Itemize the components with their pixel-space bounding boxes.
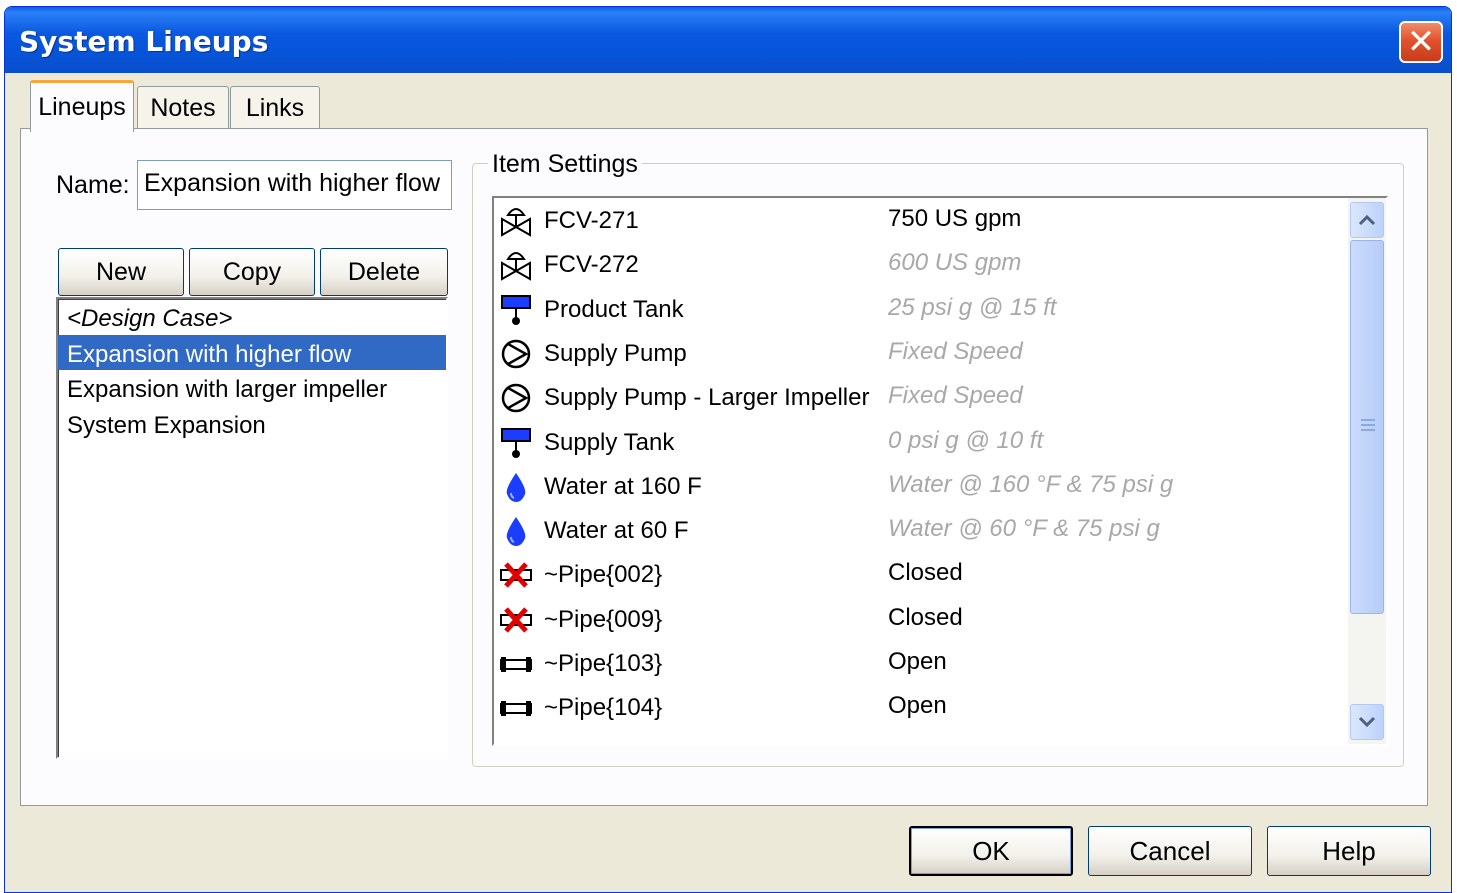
item-value[interactable]: Open — [888, 648, 947, 676]
item-name: Supply Pump - Larger Impeller — [544, 384, 870, 412]
scroll-down-button[interactable] — [1350, 704, 1384, 740]
copy-button[interactable]: Copy — [189, 248, 315, 296]
window-title: System Lineups — [19, 25, 269, 58]
item-name: Supply Tank — [544, 428, 675, 456]
tank-icon — [499, 294, 533, 326]
tab-notes[interactable]: Notes — [137, 86, 229, 130]
item-name: FCV-272 — [544, 251, 639, 279]
item-row[interactable]: Water at 160 F Water @ 160 °F & 75 psi g — [494, 465, 1344, 509]
item-value[interactable]: 600 US gpm — [888, 249, 1021, 277]
item-value[interactable]: Closed — [888, 559, 963, 587]
item-name: ~Pipe{002} — [544, 561, 663, 589]
new-button[interactable]: New — [58, 248, 184, 296]
lineup-item-selected[interactable]: Expansion with higher flow — [58, 334, 446, 370]
item-value[interactable]: Closed — [888, 604, 963, 632]
item-name: Water at 60 F — [544, 517, 689, 545]
item-row[interactable]: Water at 60 F Water @ 60 °F & 75 psi g — [494, 509, 1344, 553]
title-bar[interactable]: System Lineups ✕ — [5, 7, 1451, 73]
item-row[interactable]: FCV-272 600 US gpm — [494, 243, 1344, 287]
item-value[interactable]: Open — [888, 692, 947, 720]
item-row[interactable]: Supply Pump - Larger Impeller Fixed Speed — [494, 376, 1344, 420]
scroll-up-button[interactable] — [1350, 202, 1384, 238]
name-input[interactable]: Expansion with higher flow — [137, 160, 452, 210]
item-value[interactable]: Fixed Speed — [888, 382, 1023, 410]
item-settings-list[interactable]: FCV-271 750 US gpm FCV-272 600 US gpm Produc… — [492, 196, 1388, 746]
tab-lineups[interactable]: Lineups — [30, 80, 134, 132]
chevron-down-icon — [1358, 716, 1376, 728]
tab-links[interactable]: Links — [230, 86, 320, 130]
open-pipe-icon — [499, 692, 533, 724]
name-label: Name: — [56, 171, 130, 199]
item-row[interactable]: ~Pipe{104} Open — [494, 686, 1344, 730]
control-valve-icon — [499, 249, 533, 282]
scroll-thumb[interactable] — [1350, 240, 1384, 614]
item-value[interactable]: 25 psi g @ 15 ft — [888, 294, 1056, 322]
item-value[interactable]: 0 psi g @ 10 ft — [888, 427, 1043, 455]
fluid-drop-icon — [499, 515, 533, 547]
item-row[interactable]: ~Pipe{103} Open — [494, 642, 1344, 686]
pump-icon — [499, 382, 533, 414]
item-name: Supply Pump — [544, 339, 687, 367]
lineup-list[interactable]: <Design Case> Expansion with higher flow… — [56, 297, 448, 759]
item-value[interactable]: Water @ 60 °F & 75 psi g — [888, 515, 1160, 543]
item-value[interactable]: Water @ 160 °F & 75 psi g — [888, 471, 1173, 499]
item-row[interactable]: Product Tank 25 psi g @ 15 ft — [494, 288, 1344, 332]
item-row[interactable]: Supply Pump Fixed Speed — [494, 332, 1344, 376]
ok-button[interactable]: OK — [909, 826, 1073, 876]
item-name: FCV-271 — [544, 207, 639, 234]
control-valve-icon — [499, 205, 533, 237]
open-pipe-icon — [499, 648, 533, 680]
item-name: Product Tank — [544, 295, 684, 323]
item-settings-title: Item Settings — [488, 150, 642, 179]
lineup-item-design-case[interactable]: <Design Case> — [58, 299, 446, 335]
closed-pipe-icon — [499, 559, 533, 591]
item-row[interactable]: Supply Tank 0 psi g @ 10 ft — [494, 421, 1344, 465]
item-value[interactable]: 750 US gpm — [888, 205, 1021, 233]
lineup-item[interactable]: System Expansion — [58, 406, 446, 442]
item-value[interactable]: Fixed Speed — [888, 338, 1023, 366]
tank-icon — [499, 427, 533, 459]
fluid-drop-icon — [499, 471, 533, 503]
item-name: ~Pipe{103} — [544, 650, 663, 677]
item-row[interactable]: ~Pipe{009} Closed — [494, 598, 1344, 642]
pump-icon — [499, 338, 533, 370]
chevron-up-icon — [1358, 214, 1376, 226]
item-row[interactable]: FCV-271 750 US gpm — [494, 199, 1344, 243]
item-name: Water at 160 F — [544, 472, 702, 500]
close-button[interactable]: ✕ — [1399, 21, 1443, 63]
lineup-item[interactable]: Expansion with larger impeller — [58, 370, 446, 406]
vertical-scrollbar[interactable] — [1348, 198, 1386, 744]
closed-pipe-icon — [499, 604, 533, 636]
close-icon: ✕ — [1406, 23, 1436, 61]
cancel-button[interactable]: Cancel — [1088, 826, 1252, 876]
item-name: ~Pipe{009} — [544, 605, 663, 633]
item-name: ~Pipe{104} — [544, 694, 663, 722]
delete-button[interactable]: Delete — [320, 248, 448, 296]
item-row[interactable]: ~Pipe{002} Closed — [494, 553, 1344, 597]
help-button[interactable]: Help — [1267, 826, 1431, 876]
